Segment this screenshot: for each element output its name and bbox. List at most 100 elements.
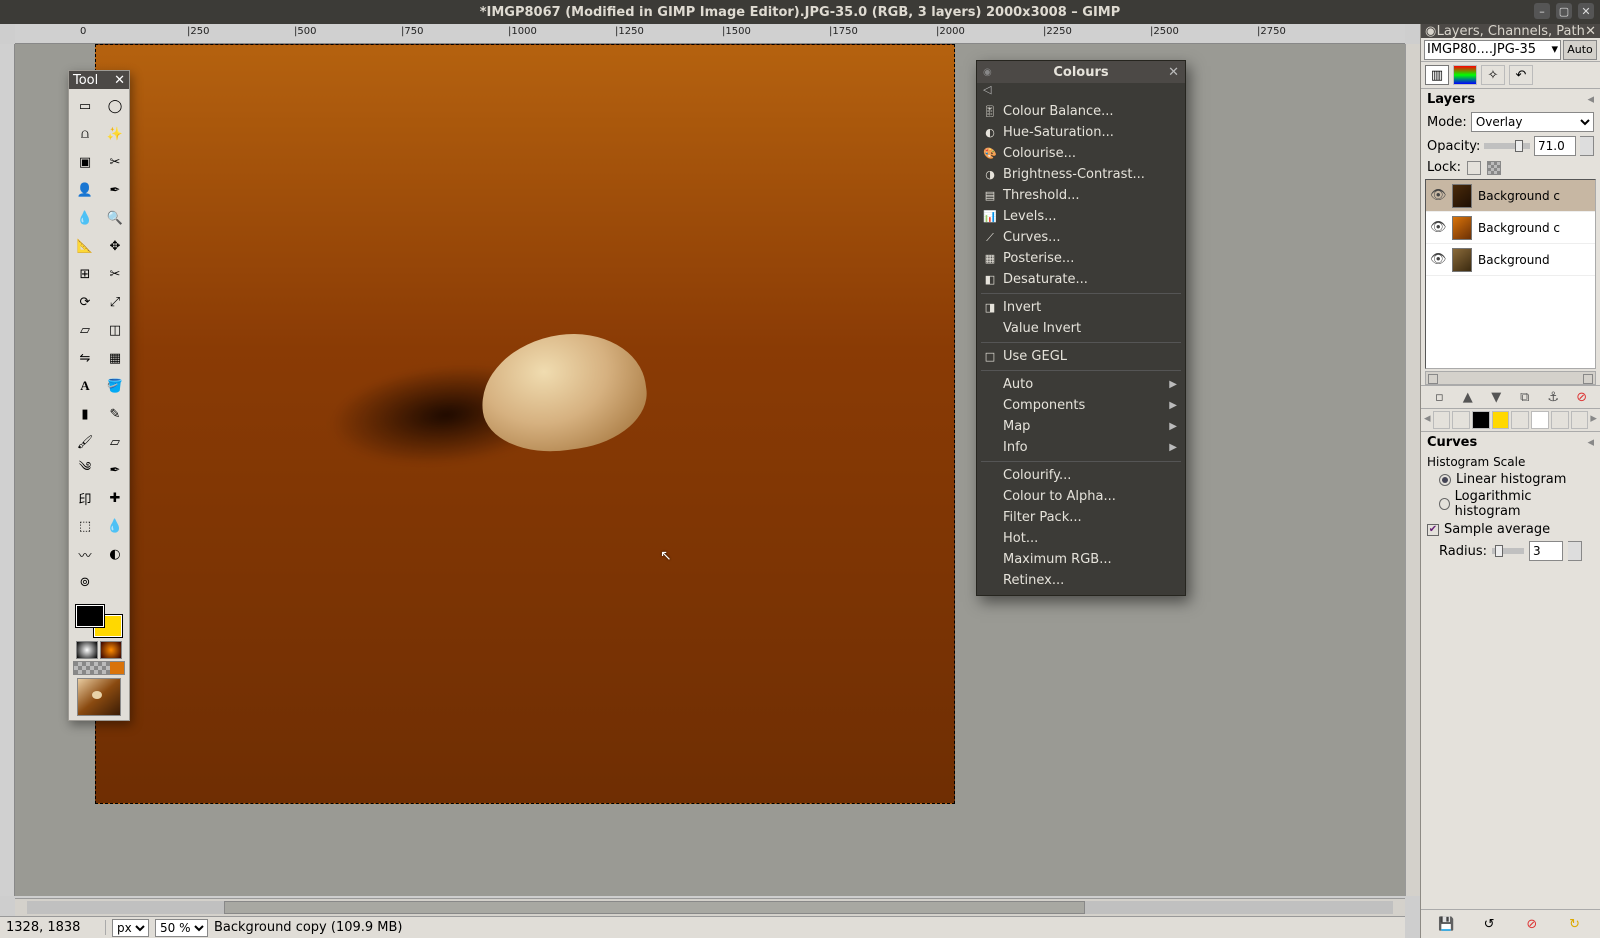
radius-input[interactable] — [1529, 541, 1563, 561]
colours-menu[interactable]: ◉ Colours ✕ ◁ 🎚Colour Balance...◐Hue-Sat… — [976, 60, 1186, 596]
minimize-button[interactable]: – — [1534, 3, 1550, 19]
tool-foreground-select[interactable]: 👤 — [71, 177, 99, 203]
menu-threshold[interactable]: ▤Threshold... — [977, 185, 1185, 206]
radio-linear[interactable] — [1439, 474, 1451, 486]
tab-fg[interactable] — [1472, 411, 1490, 429]
radio-log[interactable] — [1439, 498, 1450, 510]
close-button[interactable]: ✕ — [1578, 3, 1594, 19]
toolbox-close-icon[interactable]: ✕ — [114, 73, 125, 88]
tool-color-picker[interactable]: 💧 — [71, 205, 99, 231]
zoom-select[interactable]: 50 % — [155, 919, 208, 937]
lower-layer-icon[interactable]: ▼ — [1487, 388, 1505, 406]
visibility-eye-icon[interactable]: 👁 — [1430, 252, 1446, 267]
layer-thumbnail[interactable] — [1452, 184, 1472, 208]
tool-pencil[interactable]: ✎ — [101, 401, 129, 427]
tool-rect-select[interactable]: ▭ — [71, 93, 99, 119]
tool-paths[interactable]: ✒ — [101, 177, 129, 203]
menu-maximum-rgb[interactable]: Maximum RGB... — [977, 549, 1185, 570]
tool-zoom[interactable]: 🔍 — [101, 205, 129, 231]
tab-channels[interactable] — [1453, 65, 1477, 85]
tool-gegl-op[interactable]: ⊚ — [71, 569, 99, 595]
raise-layer-icon[interactable]: ▲ — [1459, 388, 1477, 406]
menu-map[interactable]: Map▶ — [977, 416, 1185, 437]
image-canvas[interactable] — [95, 44, 955, 804]
colours-menu-close-icon[interactable]: ✕ — [1168, 65, 1179, 80]
menu-colourise[interactable]: 🎨Colourise... — [977, 143, 1185, 164]
menu-components[interactable]: Components▶ — [977, 395, 1185, 416]
tab-tooloptions[interactable] — [1433, 411, 1451, 429]
menu-back-icon[interactable]: ◁ — [977, 83, 1185, 101]
active-image-thumb[interactable] — [77, 678, 121, 716]
layer-item[interactable]: 👁 Background — [1426, 244, 1595, 276]
tool-text[interactable]: A — [71, 373, 99, 399]
dock-titlebar[interactable]: ◉ Layers, Channels, Path ✕ — [1421, 24, 1600, 38]
gradient-preview[interactable] — [73, 661, 125, 675]
radius-slider[interactable] — [1492, 548, 1524, 554]
tab-layers[interactable]: ▥ — [1425, 65, 1449, 85]
tool-smudge[interactable]: 〰 — [71, 541, 99, 567]
tool-ellipse-select[interactable]: ◯ — [101, 93, 129, 119]
tab-patterns[interactable] — [1551, 411, 1569, 429]
tool-eraser[interactable]: ▱ — [101, 429, 129, 455]
tool-perspective-clone[interactable]: ⬚ — [71, 513, 99, 539]
reset-icon[interactable]: ↻ — [1565, 914, 1585, 934]
delete-preset-icon[interactable]: ⊘ — [1522, 914, 1542, 934]
new-layer-icon[interactable]: ▫ — [1430, 388, 1448, 406]
tool-scale[interactable]: ⤢ — [101, 289, 129, 315]
tab-bg[interactable] — [1492, 411, 1510, 429]
lock-alpha[interactable] — [1487, 161, 1501, 175]
maximize-button[interactable]: ▢ — [1556, 3, 1572, 19]
tabs-right-icon[interactable]: ▸ — [1590, 411, 1597, 429]
layer-scroll[interactable] — [1425, 371, 1596, 385]
tool-blur[interactable]: 💧 — [101, 513, 129, 539]
scroll-thumb[interactable] — [224, 901, 1086, 914]
menu-invert[interactable]: ◨Invert — [977, 297, 1185, 318]
pattern-preview[interactable] — [100, 641, 122, 659]
tool-measure[interactable]: 📐 — [71, 233, 99, 259]
layer-thumbnail[interactable] — [1452, 216, 1472, 240]
menu-retinex[interactable]: Retinex... — [977, 570, 1185, 591]
restore-preset-icon[interactable]: ↺ — [1479, 914, 1499, 934]
tool-heal[interactable]: ✚ — [101, 485, 129, 511]
tool-align[interactable]: ⊞ — [71, 261, 99, 287]
opacity-spinner[interactable] — [1580, 136, 1594, 156]
layer-name[interactable]: Background — [1478, 253, 1550, 267]
menu-colourify[interactable]: Colourify... — [977, 465, 1185, 486]
radius-spinner[interactable] — [1568, 541, 1582, 561]
tab-undo[interactable]: ↶ — [1509, 65, 1533, 85]
tab-brushes[interactable] — [1511, 411, 1529, 429]
horizontal-scrollbar[interactable] — [15, 898, 1405, 916]
delete-layer-icon[interactable]: ⊘ — [1573, 388, 1591, 406]
color-swatches[interactable] — [74, 603, 124, 639]
tool-flip[interactable]: ⇋ — [71, 345, 99, 371]
menu-auto[interactable]: Auto▶ — [977, 374, 1185, 395]
lock-pixels[interactable] — [1467, 161, 1481, 175]
tool-scissors[interactable]: ✂ — [101, 149, 129, 175]
menu-use-gegl[interactable]: □Use GEGL — [977, 346, 1185, 367]
dock-close-icon[interactable]: ✕ — [1585, 24, 1596, 39]
layer-list[interactable]: 👁Background c👁Background c👁Background — [1425, 179, 1596, 369]
menu-curves[interactable]: ⟋Curves... — [977, 227, 1185, 248]
anchor-layer-icon[interactable]: ⚓ — [1544, 388, 1562, 406]
mode-select[interactable]: Overlay — [1471, 112, 1594, 132]
brush-preview[interactable] — [76, 641, 98, 659]
tool-perspective[interactable]: ◫ — [101, 317, 129, 343]
tool-move[interactable]: ✥ — [101, 233, 129, 259]
opacity-slider[interactable] — [1484, 143, 1530, 149]
unit-select[interactable]: px — [112, 919, 149, 937]
tabs-left-icon[interactable]: ◂ — [1424, 411, 1431, 429]
menu-brightness-contrast[interactable]: ◑Brightness-Contrast... — [977, 164, 1185, 185]
visibility-eye-icon[interactable]: 👁 — [1430, 188, 1446, 203]
tool-ink[interactable]: ✒ — [101, 457, 129, 483]
toolbox-window[interactable]: Tool ✕ ▭◯⩍✨▣✂👤✒💧🔍📐✥⊞✂⟳⤢▱◫⇋▦A🪣▮✎🖌▱༄✒印✚⬚💧〰… — [68, 70, 130, 721]
toolbox-titlebar[interactable]: Tool ✕ — [69, 71, 129, 89]
tool-shear[interactable]: ▱ — [71, 317, 99, 343]
layer-item[interactable]: 👁Background c — [1426, 180, 1595, 212]
foreground-swatch[interactable] — [76, 605, 104, 627]
menu-posterise[interactable]: ▦Posterise... — [977, 248, 1185, 269]
menu-value-invert[interactable]: Value Invert — [977, 318, 1185, 339]
auto-button[interactable]: Auto — [1563, 40, 1597, 60]
tool-rotate[interactable]: ⟳ — [71, 289, 99, 315]
tool-crop[interactable]: ✂ — [101, 261, 129, 287]
layer-item[interactable]: 👁Background c — [1426, 212, 1595, 244]
